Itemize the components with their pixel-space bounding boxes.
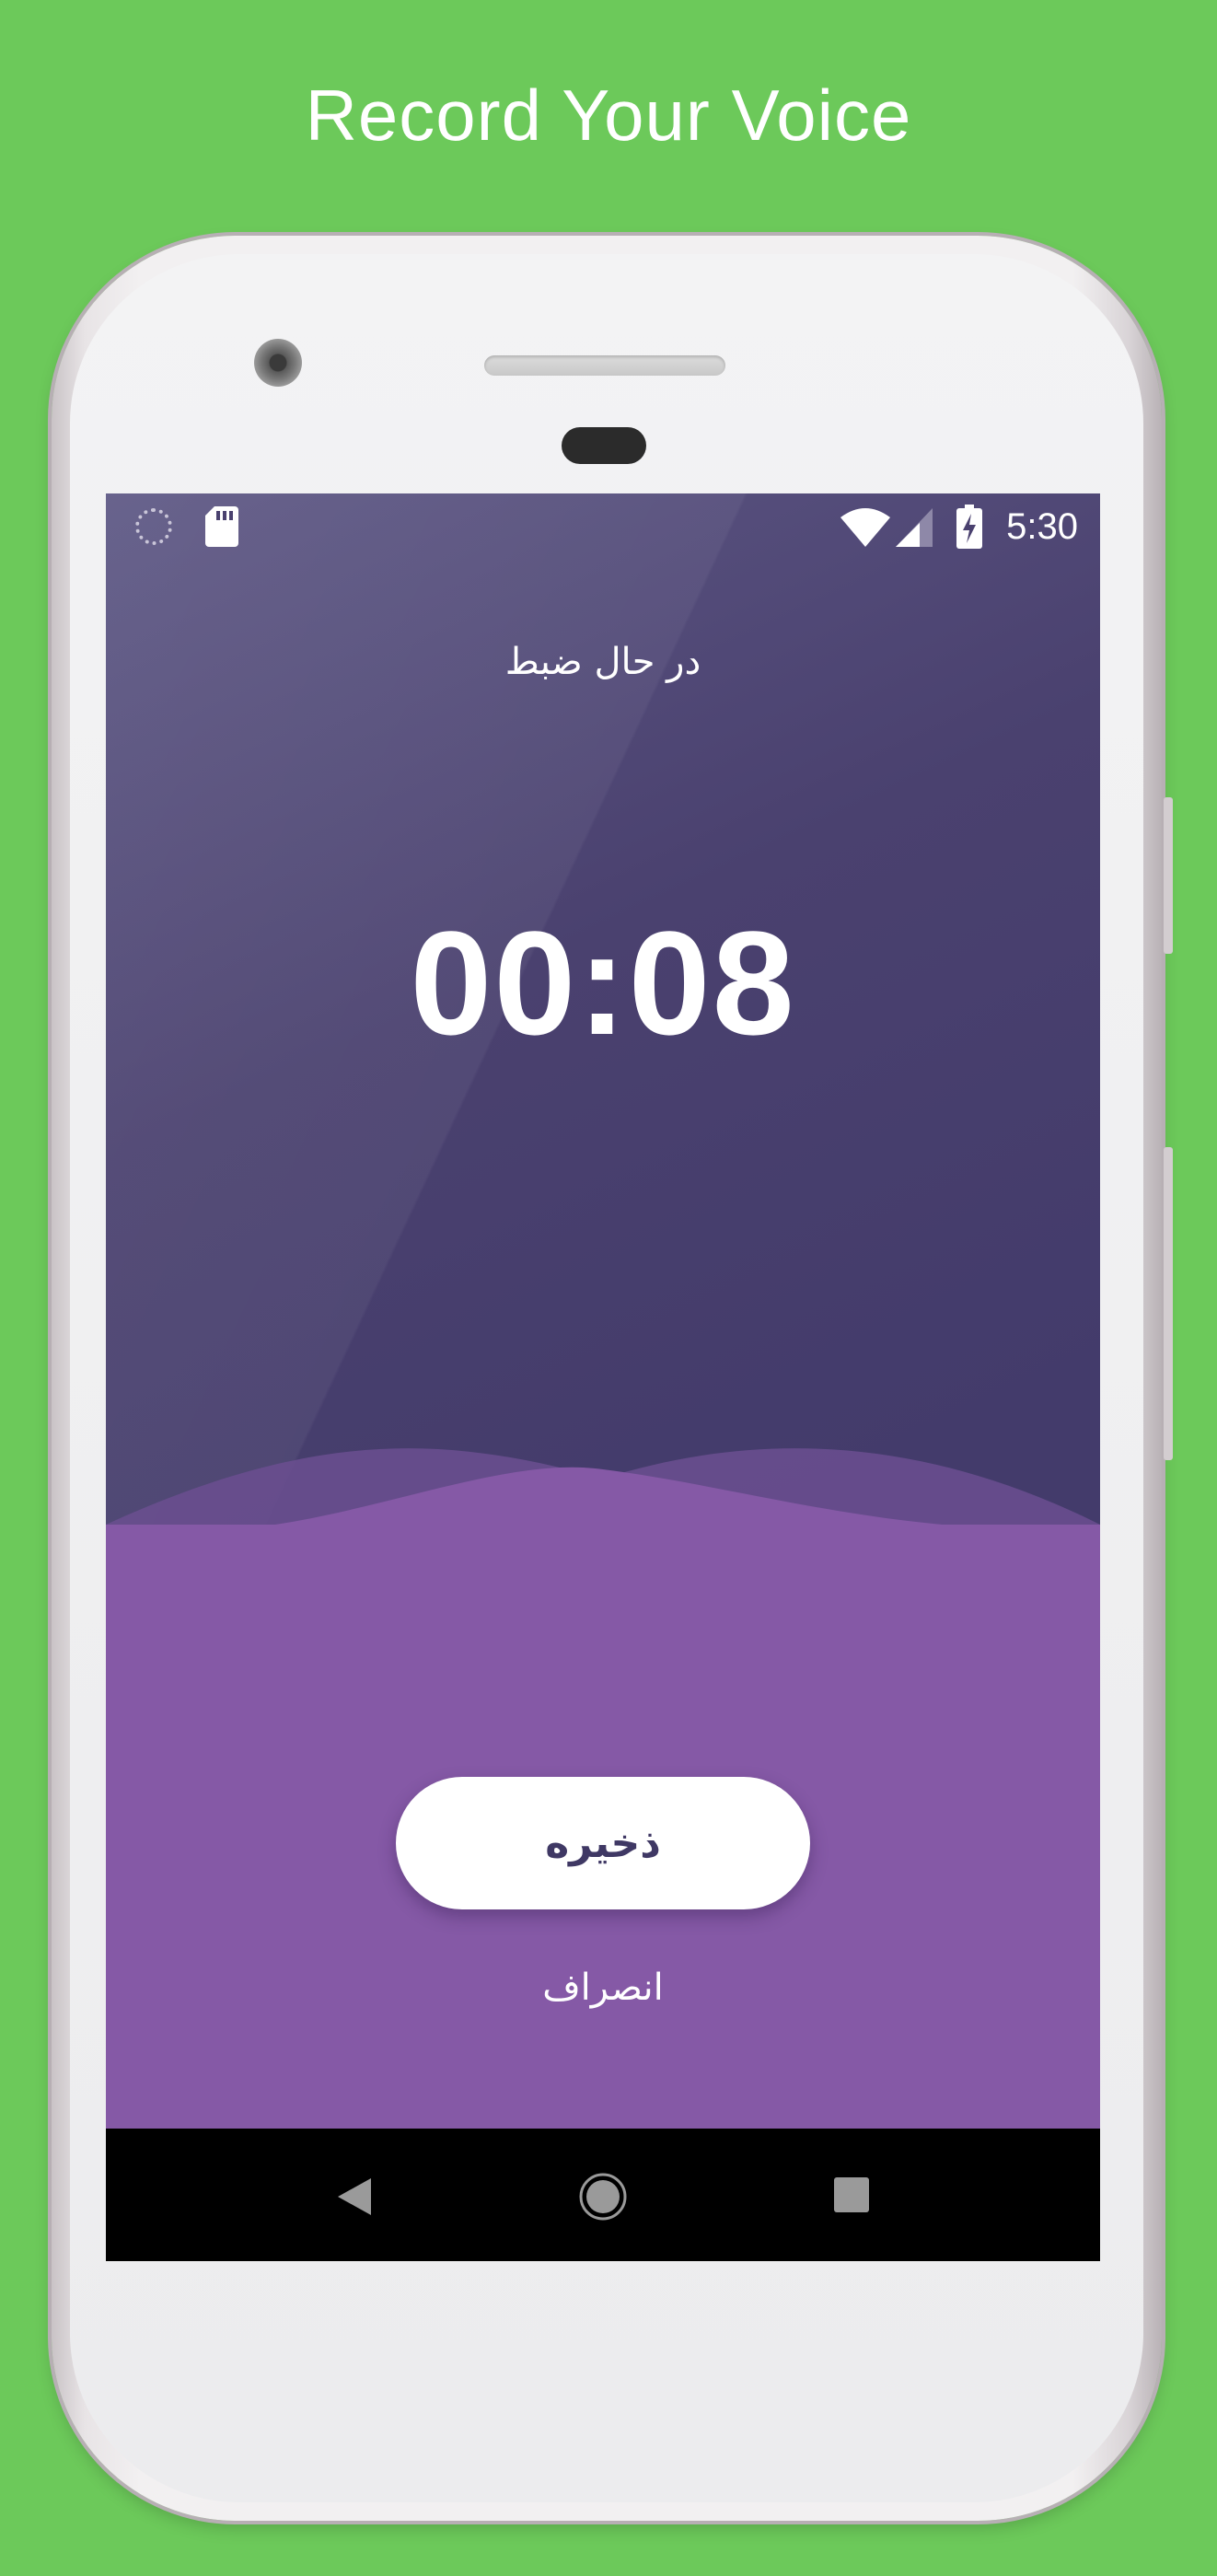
wifi-icon xyxy=(840,508,890,547)
status-time: 5:30 xyxy=(1006,506,1078,547)
app-screen: 5:30 در حال ضبط 00:08 ذخیره انصراف xyxy=(106,493,1100,2261)
recording-status-label: در حال ضبط xyxy=(504,641,701,683)
signal-icon xyxy=(896,508,933,547)
back-icon[interactable] xyxy=(336,2176,373,2217)
front-camera xyxy=(254,339,302,387)
power-button xyxy=(1164,1147,1173,1460)
proximity-sensor xyxy=(562,427,646,464)
loading-spinner-icon xyxy=(135,508,172,545)
save-button[interactable]: ذخیره xyxy=(396,1777,810,1909)
cancel-button[interactable]: انصراف xyxy=(106,1967,1100,2009)
navigation-bar xyxy=(106,2129,1100,2261)
elapsed-timer: 00:08 xyxy=(410,900,796,1065)
volume-button xyxy=(1164,797,1173,954)
sd-card-icon xyxy=(205,506,238,547)
recents-icon[interactable] xyxy=(834,2177,869,2212)
promo-title: Record Your Voice xyxy=(305,75,912,156)
home-icon[interactable] xyxy=(579,2173,627,2221)
battery-charging-icon xyxy=(956,505,982,549)
status-bar: 5:30 xyxy=(106,493,1100,563)
earpiece-speaker xyxy=(484,355,725,376)
